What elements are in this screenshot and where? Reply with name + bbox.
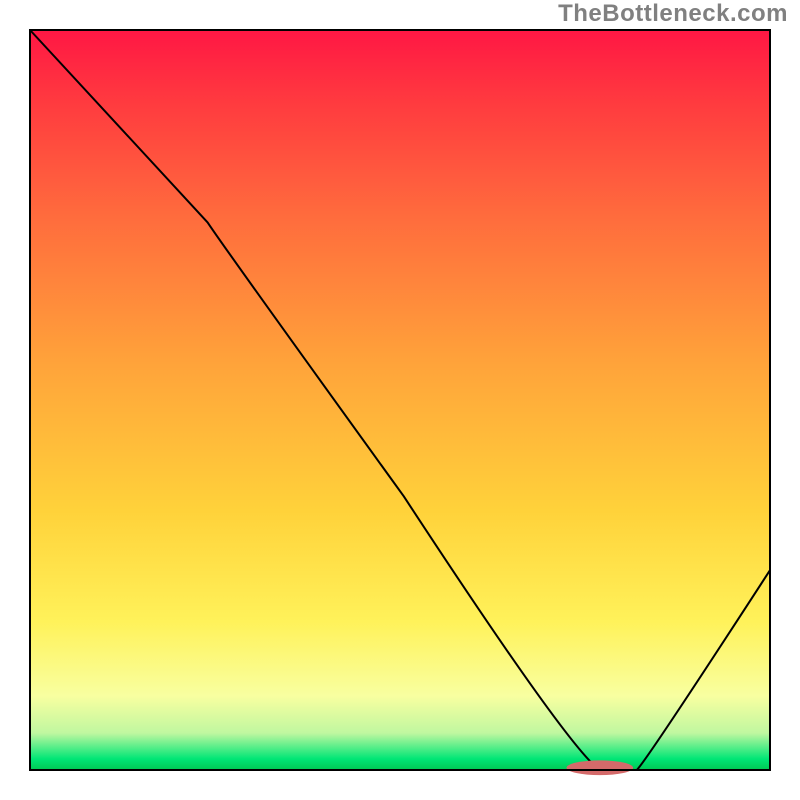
optimal-marker [567, 760, 634, 775]
watermark-text: TheBottleneck.com [558, 0, 788, 28]
bottleneck-chart [0, 0, 800, 800]
chart-container: TheBottleneck.com [0, 0, 800, 800]
plot-background [30, 30, 770, 770]
